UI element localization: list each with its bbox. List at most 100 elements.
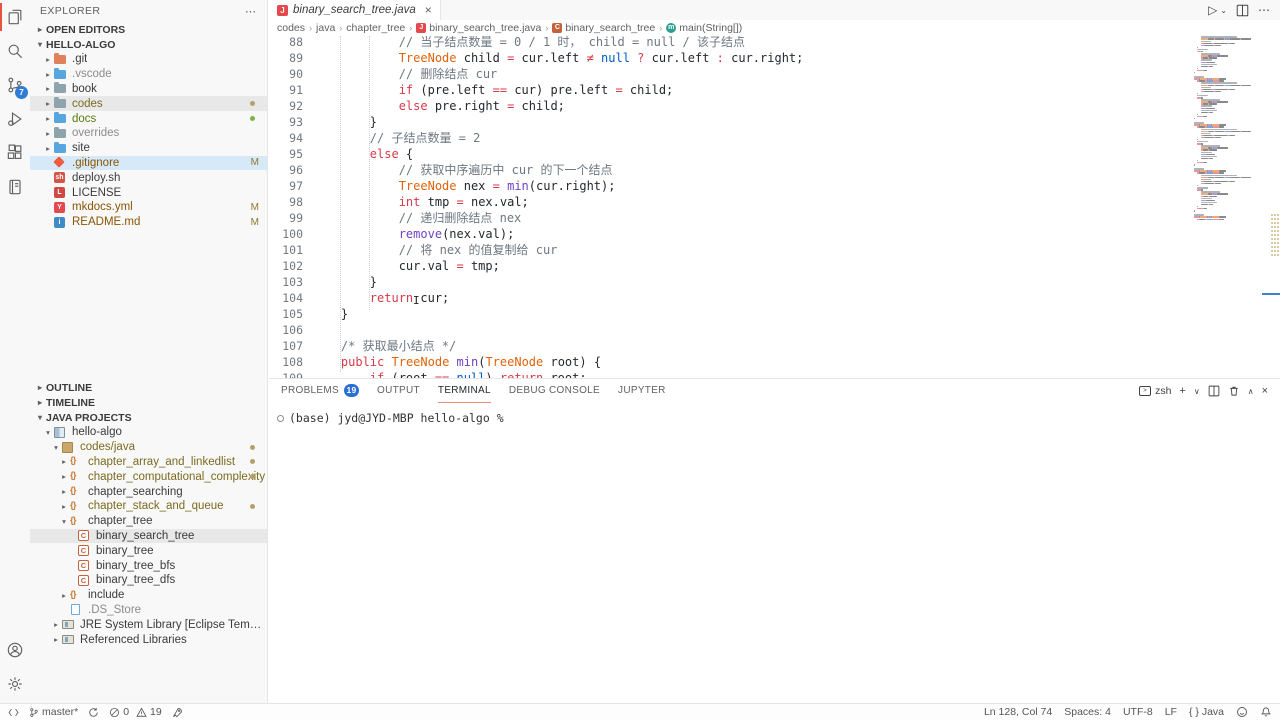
split-terminal-icon[interactable] bbox=[1208, 385, 1220, 397]
tree-item-include[interactable]: ▸{}include bbox=[30, 588, 267, 603]
tab-close-icon[interactable]: × bbox=[425, 3, 432, 17]
breadcrumb-item[interactable]: mmain(String[]) bbox=[666, 22, 742, 34]
timeline-header[interactable]: ▸ TIMELINE bbox=[30, 395, 267, 410]
tree-item--vscode[interactable]: ▸.vscode bbox=[30, 67, 267, 82]
breadcrumb-item[interactable]: Cbinary_search_tree bbox=[552, 22, 655, 34]
tree-item-chapter-stack-and-queue[interactable]: ▸{}chapter_stack_and_queue bbox=[30, 499, 267, 514]
tree-item--ds-store[interactable]: .DS_Store bbox=[30, 603, 267, 618]
chevron-down-icon[interactable]: ▾ bbox=[58, 517, 70, 526]
tree-item-jre-system-library-eclipse-temurin-17-17-[interactable]: ▸JRE System Library [Eclipse Temurin 17 … bbox=[30, 617, 267, 632]
tree-item-chapter-array-and-linkedlist[interactable]: ▸{}chapter_array_and_linkedlist bbox=[30, 455, 267, 470]
chevron-right-icon[interactable]: ▸ bbox=[42, 99, 54, 108]
tree-item-readme-md[interactable]: iREADME.mdM bbox=[30, 215, 267, 230]
search-icon[interactable] bbox=[0, 34, 30, 68]
run-debug-icon[interactable] bbox=[0, 102, 30, 136]
breadcrumb-item[interactable]: chapter_tree bbox=[346, 22, 405, 34]
panel-tab-terminal[interactable]: TERMINAL bbox=[438, 379, 491, 403]
breadcrumb-item[interactable]: codes bbox=[277, 22, 305, 34]
language-mode-item[interactable]: { } Java bbox=[1189, 706, 1224, 718]
sidebar-more-icon[interactable]: ⋯ bbox=[245, 5, 257, 18]
chevron-down-icon[interactable]: ▾ bbox=[50, 443, 62, 452]
breadcrumb-item[interactable]: Jbinary_search_tree.java bbox=[416, 22, 541, 34]
tree-item-site[interactable]: ▸ site bbox=[30, 141, 267, 156]
chevron-right-icon[interactable]: ▸ bbox=[50, 635, 62, 644]
tree-item-chapter-computational-complexity[interactable]: ▸{}chapter_computational_complexity bbox=[30, 469, 267, 484]
chevron-right-icon[interactable]: ▸ bbox=[42, 84, 54, 93]
status-item[interactable]: LF bbox=[1165, 706, 1177, 718]
chevron-right-icon[interactable]: ▸ bbox=[58, 502, 70, 511]
settings-gear-icon[interactable] bbox=[0, 667, 30, 701]
chevron-down-icon[interactable]: ▾ bbox=[42, 428, 54, 437]
tab-binary-search-tree[interactable]: J binary_search_tree.java × bbox=[269, 0, 441, 20]
panel-tab-debug-console[interactable]: DEBUG CONSOLE bbox=[509, 379, 600, 403]
status-item[interactable]: UTF-8 bbox=[1123, 706, 1153, 718]
tree-item-label: README.md bbox=[72, 216, 140, 228]
sidebar-title: EXPLORER ⋯ bbox=[30, 0, 267, 22]
chevron-right-icon[interactable]: ▸ bbox=[50, 620, 62, 629]
run-button[interactable]: ▷ bbox=[1208, 3, 1217, 17]
tree-item-binary-tree-bfs[interactable]: Cbinary_tree_bfs bbox=[30, 558, 267, 573]
source-control-icon[interactable]: 7 bbox=[0, 68, 30, 102]
maximize-panel-icon[interactable]: ∧ bbox=[1248, 387, 1254, 396]
account-icon[interactable] bbox=[0, 633, 30, 667]
chevron-right-icon[interactable]: ▸ bbox=[42, 55, 54, 64]
extensions-icon[interactable] bbox=[0, 136, 30, 170]
tree-item-chapter-searching[interactable]: ▸{}chapter_searching bbox=[30, 484, 267, 499]
tree-item-overrides[interactable]: ▸overrides bbox=[30, 126, 267, 141]
panel-tab-jupyter[interactable]: JUPYTER bbox=[618, 379, 666, 403]
tree-item--gitignore[interactable]: .gitignoreM bbox=[30, 156, 267, 171]
chevron-right-icon[interactable]: ▸ bbox=[58, 591, 70, 600]
outline-header[interactable]: ▸ OUTLINE bbox=[30, 380, 267, 395]
tree-item--git[interactable]: ▸.git bbox=[30, 52, 267, 67]
tree-item-deploy-sh[interactable]: shdeploy.sh bbox=[30, 170, 267, 185]
tree-item-binary-tree-dfs[interactable]: Cbinary_tree_dfs bbox=[30, 573, 267, 588]
sync-icon[interactable] bbox=[88, 707, 99, 718]
tree-item-binary-tree[interactable]: Cbinary_tree bbox=[30, 543, 267, 558]
close-panel-icon[interactable]: × bbox=[1262, 385, 1268, 397]
code-editor[interactable]: 88 // 当子结点数量 = 0 / 1 时， child = null / 该… bbox=[269, 36, 1280, 378]
notebook-icon[interactable] bbox=[0, 170, 30, 204]
tree-item-hello-algo[interactable]: ▾hello-algo bbox=[30, 425, 267, 440]
more-actions-icon[interactable]: ⋯ bbox=[1258, 3, 1270, 17]
tree-item-book[interactable]: ▸book bbox=[30, 82, 267, 97]
kill-terminal-icon[interactable] bbox=[1228, 385, 1240, 397]
chevron-right-icon[interactable]: ▸ bbox=[58, 457, 70, 466]
status-item[interactable]: Spaces: 4 bbox=[1064, 706, 1111, 718]
new-terminal-icon[interactable]: + bbox=[1179, 385, 1185, 397]
notifications-bell-icon[interactable] bbox=[1260, 706, 1272, 718]
tree-item-label: site bbox=[72, 142, 90, 154]
workspace-root-header[interactable]: ▾ HELLO-ALGO bbox=[30, 37, 267, 52]
chevron-right-icon[interactable]: ▸ bbox=[58, 472, 70, 481]
chevron-right-icon[interactable]: ▸ bbox=[42, 70, 54, 79]
open-editors-header[interactable]: ▸ OPEN EDITORS bbox=[30, 22, 267, 37]
panel-tab-output[interactable]: OUTPUT bbox=[377, 379, 420, 403]
panel-tab-problems[interactable]: PROBLEMS19 bbox=[281, 379, 359, 403]
breadcrumb-item[interactable]: java bbox=[316, 22, 335, 34]
tree-item-referenced-libraries[interactable]: ▸Referenced Libraries bbox=[30, 632, 267, 647]
problems-item[interactable]: 0 19 bbox=[109, 706, 162, 718]
run-dropdown-icon[interactable]: ⌄ bbox=[1220, 6, 1227, 15]
tree-item-codes-java[interactable]: ▾codes/java bbox=[30, 440, 267, 455]
tree-item-license[interactable]: LLICENSE bbox=[30, 185, 267, 200]
chevron-right-icon[interactable]: ▸ bbox=[42, 144, 54, 153]
rocket-icon[interactable] bbox=[172, 707, 183, 718]
status-item[interactable]: Ln 128, Col 74 bbox=[984, 706, 1052, 718]
git-branch-item[interactable]: master* bbox=[29, 706, 78, 718]
chevron-right-icon[interactable]: ▸ bbox=[58, 487, 70, 496]
chevron-right-icon[interactable]: ▸ bbox=[42, 114, 54, 123]
java-projects-header[interactable]: ▾ JAVA PROJECTS bbox=[30, 410, 267, 425]
tree-item-mkdocs-yml[interactable]: Ymkdocs.ymlM bbox=[30, 200, 267, 215]
feedback-icon[interactable] bbox=[1236, 706, 1248, 718]
split-editor-icon[interactable] bbox=[1236, 4, 1249, 17]
remote-indicator-icon[interactable] bbox=[8, 707, 19, 718]
shell-label[interactable]: zsh bbox=[1155, 385, 1171, 397]
terminal-dropdown-icon[interactable]: ∨ bbox=[1194, 387, 1200, 396]
minimap[interactable] bbox=[1190, 36, 1270, 220]
chevron-right-icon[interactable]: ▸ bbox=[42, 129, 54, 138]
tree-item-codes[interactable]: ▸codes bbox=[30, 96, 267, 111]
tree-item-chapter-tree[interactable]: ▾{}chapter_tree bbox=[30, 514, 267, 529]
terminal-output[interactable]: (base) jyd@JYD-MBP hello-algo % bbox=[269, 403, 1280, 425]
explorer-icon[interactable] bbox=[0, 0, 30, 34]
tree-item-docs[interactable]: ▸docs bbox=[30, 111, 267, 126]
tree-item-binary-search-tree[interactable]: Cbinary_search_tree bbox=[30, 529, 267, 544]
